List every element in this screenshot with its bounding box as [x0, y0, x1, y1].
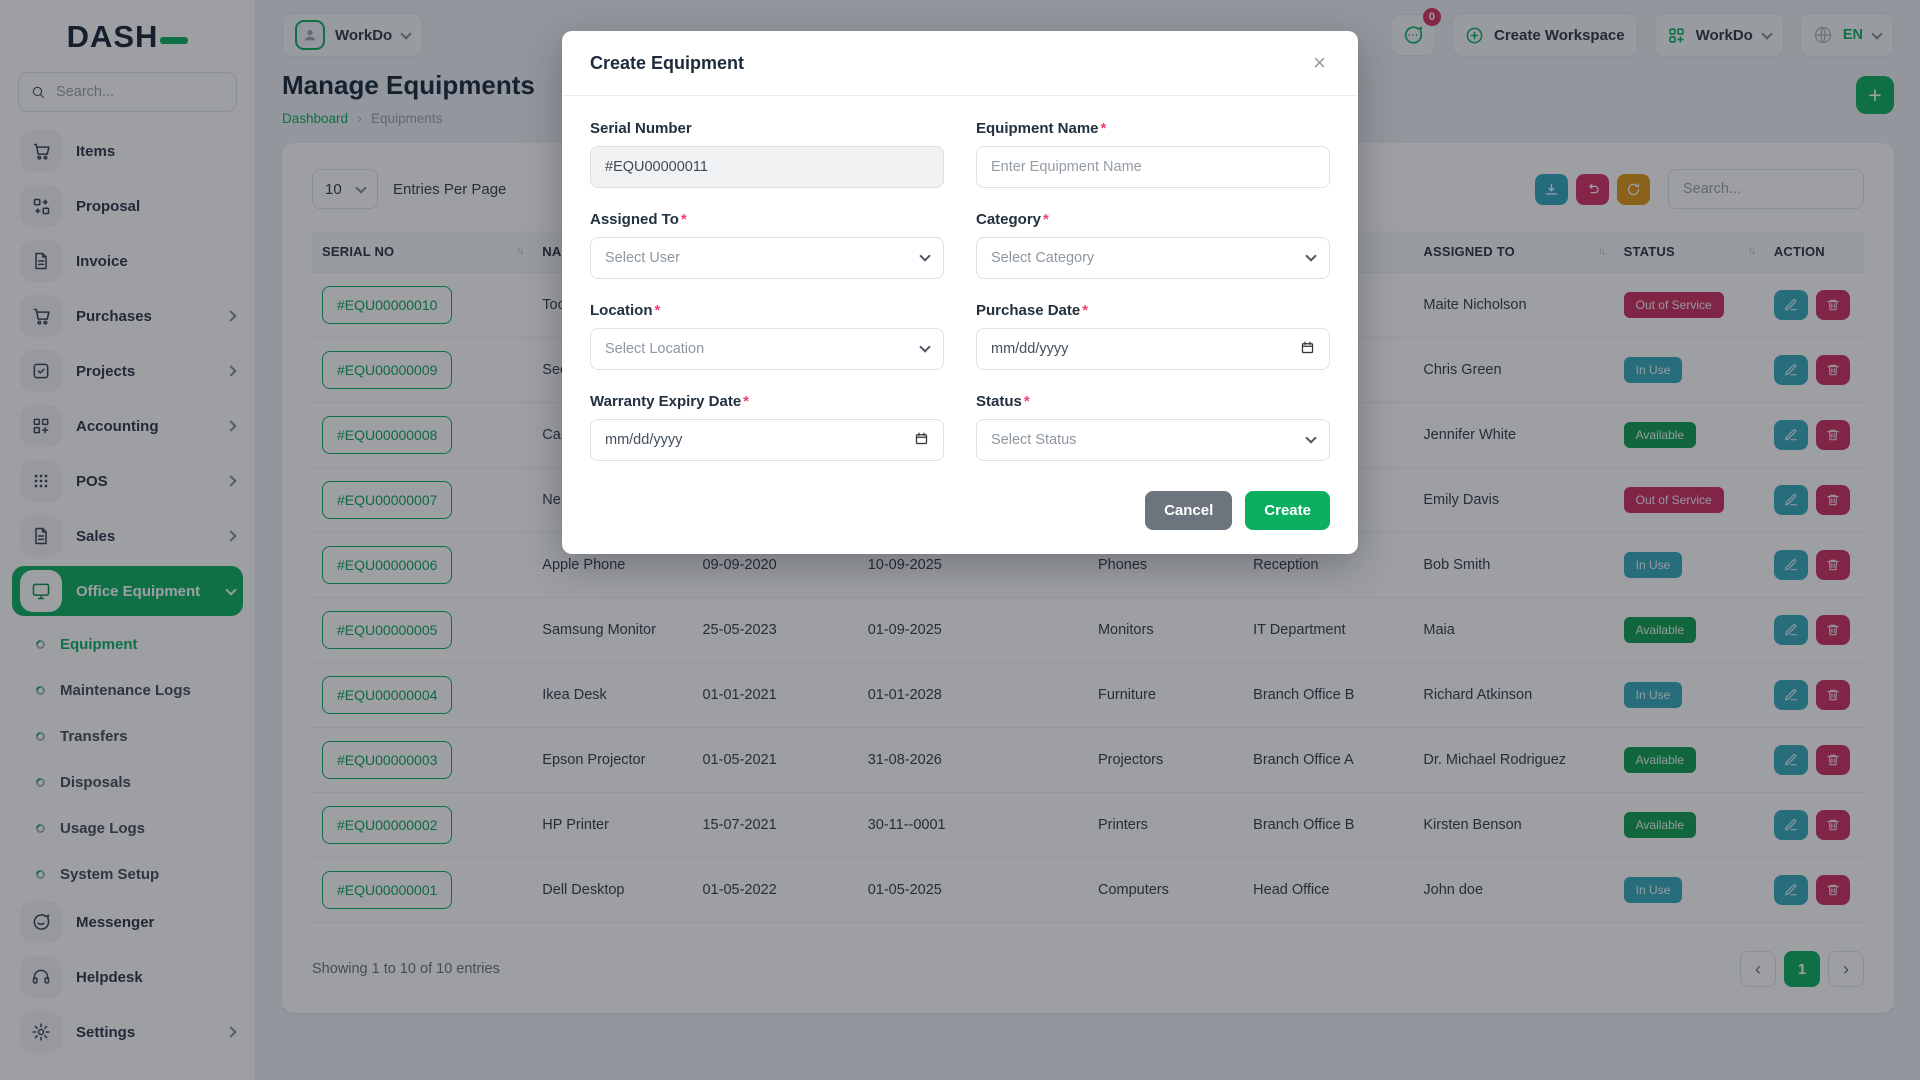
serial-number-field: Serial Number — [590, 120, 944, 188]
modal-form: Serial NumberEquipment Name*Assigned To*… — [562, 96, 1358, 465]
required-asterisk: * — [655, 302, 661, 319]
warranty-expiry-date-label: Warranty Expiry Date* — [590, 393, 944, 410]
status-select[interactable]: Select Status — [976, 419, 1330, 461]
field-label-text: Category — [976, 211, 1041, 228]
required-asterisk: * — [1082, 302, 1088, 319]
field-label-text: Warranty Expiry Date — [590, 393, 741, 410]
required-asterisk: * — [1024, 393, 1030, 410]
field-label-text: Assigned To — [590, 211, 679, 228]
equipment-name-field: Equipment Name* — [976, 120, 1330, 188]
warranty-expiry-date-value: mm/dd/yyyy — [605, 432, 682, 448]
location-field: Location* Select Location — [590, 302, 944, 370]
purchase-date-field: Purchase Date* mm/dd/yyyy — [976, 302, 1330, 370]
location-select[interactable]: Select Location — [590, 328, 944, 370]
modal-header: Create Equipment × — [562, 31, 1358, 96]
assigned-to-placeholder: Select User — [605, 250, 680, 266]
category-select[interactable]: Select Category — [976, 237, 1330, 279]
warranty-expiry-date-field: Warranty Expiry Date* mm/dd/yyyy — [590, 393, 944, 461]
serial-number-label: Serial Number — [590, 120, 944, 137]
category-placeholder: Select Category — [991, 250, 1094, 266]
required-asterisk: * — [1101, 120, 1107, 137]
assigned-to-field: Assigned To* Select User — [590, 211, 944, 279]
field-label-text: Serial Number — [590, 120, 692, 137]
category-label: Category* — [976, 211, 1330, 228]
calendar-icon — [914, 431, 929, 450]
status-placeholder: Select Status — [991, 432, 1076, 448]
required-asterisk: * — [743, 393, 749, 410]
chevron-down-icon — [919, 250, 930, 261]
chevron-down-icon — [919, 341, 930, 352]
create-equipment-modal: Create Equipment × Serial Number Equipmen… — [562, 31, 1358, 554]
close-icon[interactable]: × — [1309, 50, 1330, 76]
field-label-text: Location — [590, 302, 653, 319]
warranty-expiry-date-input[interactable]: mm/dd/yyyy — [590, 419, 944, 461]
chevron-down-icon — [1305, 432, 1316, 443]
status-label: Status* — [976, 393, 1330, 410]
assigned-to-select[interactable]: Select User — [590, 237, 944, 279]
required-asterisk: * — [1043, 211, 1049, 228]
purchase-date-label: Purchase Date* — [976, 302, 1330, 319]
field-label-text: Equipment Name — [976, 120, 1099, 137]
required-asterisk: * — [681, 211, 687, 228]
cancel-button[interactable]: Cancel — [1145, 491, 1232, 530]
calendar-icon — [1300, 340, 1315, 359]
category-field: Category* Select Category — [976, 211, 1330, 279]
field-label-text: Purchase Date — [976, 302, 1080, 319]
field-label-text: Status — [976, 393, 1022, 410]
create-button[interactable]: Create — [1245, 491, 1330, 530]
location-label: Location* — [590, 302, 944, 319]
purchase-date-input[interactable]: mm/dd/yyyy — [976, 328, 1330, 370]
calendar-icon — [1300, 340, 1315, 355]
status-field: Status* Select Status — [976, 393, 1330, 461]
calendar-icon — [914, 431, 929, 446]
equipment-name-input[interactable] — [976, 146, 1330, 188]
location-placeholder: Select Location — [605, 341, 704, 357]
purchase-date-value: mm/dd/yyyy — [991, 341, 1068, 357]
modal-footer: Cancel Create — [562, 465, 1358, 554]
assigned-to-label: Assigned To* — [590, 211, 944, 228]
modal-title: Create Equipment — [590, 53, 744, 74]
equipment-name-label: Equipment Name* — [976, 120, 1330, 137]
chevron-down-icon — [1305, 250, 1316, 261]
serial-number-input — [590, 146, 944, 188]
